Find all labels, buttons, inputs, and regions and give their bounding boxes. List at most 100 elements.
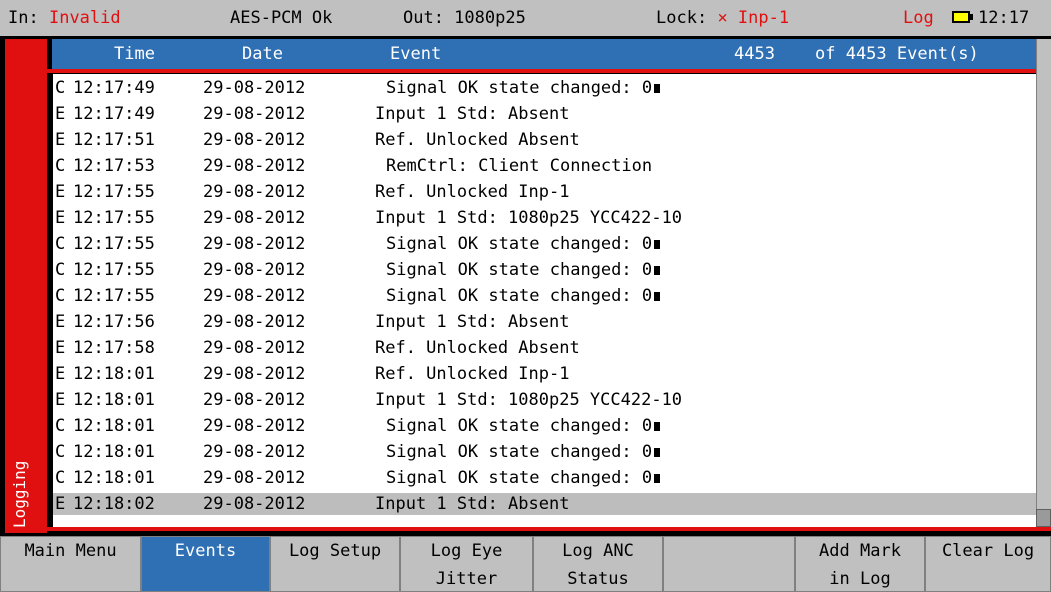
event-time: 12:17:55	[73, 286, 155, 306]
event-date: 29-08-2012	[203, 416, 306, 436]
softkey-label: Events	[174, 541, 237, 561]
event-type: E	[55, 338, 66, 358]
event-text: RemCtrl: Client Connection	[386, 156, 653, 176]
event-row[interactable]: E 12:18:02 29-08-2012 Input 1 Std: Absent	[53, 493, 1036, 515]
logging-tab-label: Logging	[10, 460, 29, 528]
event-time: 12:17:51	[73, 130, 155, 150]
softkey-4[interactable]: Log Eye Jitter	[400, 536, 533, 592]
battery-tip	[970, 14, 973, 20]
event-row[interactable]: C 12:17:49 29-08-2012 Signal OK state chang…	[53, 77, 1036, 99]
event-date: 29-08-2012	[203, 364, 306, 384]
event-row[interactable]: E 12:17:55 29-08-2012 Ref. Unlocked Inp-1	[53, 181, 1036, 203]
event-row[interactable]: E 12:17:49 29-08-2012 Input 1 Std: Absent	[53, 103, 1036, 125]
softkey-5[interactable]: Log ANC Status	[533, 536, 663, 592]
softkey-sublabel: Status	[567, 569, 629, 589]
softkey-label: Add Mark	[819, 541, 901, 561]
input-status-value: Invalid	[48, 8, 121, 28]
event-time: 12:17:58	[73, 338, 155, 358]
event-date: 29-08-2012	[203, 260, 306, 280]
softkey-sublabel: in Log	[829, 569, 891, 589]
event-text: Input 1 Std: 1080p25 YCC422-10	[375, 208, 683, 228]
battery-icon	[952, 11, 970, 23]
event-time: 12:17:55	[73, 234, 155, 254]
event-row[interactable]: C 12:18:01 29-08-2012 Signal OK state chang…	[53, 467, 1036, 489]
softkey-2[interactable]: Events	[141, 536, 270, 592]
event-type: E	[55, 494, 66, 514]
event-date: 29-08-2012	[203, 156, 306, 176]
event-time: 12:17:55	[73, 260, 155, 280]
softkey-label: Log Eye	[430, 541, 503, 561]
event-text: Signal OK state changed: 0	[386, 285, 661, 307]
list-bottom-border	[47, 527, 1051, 531]
state-marker-icon	[654, 240, 661, 249]
event-date: 29-08-2012	[203, 286, 306, 306]
event-row[interactable]: C 12:17:53 29-08-2012 RemCtrl: Client Conne…	[53, 155, 1036, 177]
event-row[interactable]: E 12:17:56 29-08-2012 Input 1 Std: Absent	[53, 311, 1036, 333]
event-text: Input 1 Std: Absent	[375, 494, 570, 514]
softkey-6[interactable]	[663, 536, 795, 592]
event-text: Input 1 Std: Absent	[375, 104, 570, 124]
logging-side-tab[interactable]	[5, 39, 47, 533]
event-type: C	[55, 156, 66, 176]
event-time: 12:18:01	[73, 416, 155, 436]
softkey-1[interactable]: Main Menu	[0, 536, 141, 592]
audio-status: AES-PCM Ok	[230, 8, 333, 28]
event-row[interactable]: C 12:17:55 29-08-2012 Signal OK state chang…	[53, 259, 1036, 281]
event-list[interactable]: C 12:17:49 29-08-2012 Signal OK state chang…	[50, 74, 1036, 527]
event-text: Input 1 Std: 1080p25 YCC422-10	[375, 390, 683, 410]
event-type: E	[55, 364, 66, 384]
scrollbar-thumb[interactable]	[1036, 509, 1051, 527]
event-row[interactable]: C 12:17:55 29-08-2012 Signal OK state chang…	[53, 233, 1036, 255]
col-header-event: Event	[390, 44, 442, 64]
event-list-header: Time Date Event 4453 of 4453 Event(s)	[52, 39, 1036, 69]
event-text: Signal OK state changed: 0	[386, 467, 661, 489]
scrollbar-track[interactable]	[1036, 39, 1051, 527]
event-text: Ref. Unlocked Inp-1	[375, 182, 570, 202]
event-row[interactable]: E 12:17:58 29-08-2012 Ref. Unlocked Absent	[53, 337, 1036, 359]
input-label: In:	[8, 8, 39, 28]
event-row[interactable]: E 12:18:01 29-08-2012 Ref. Unlocked Inp-1	[53, 363, 1036, 385]
event-time: 12:18:01	[73, 468, 155, 488]
col-header-time: Time	[114, 44, 155, 64]
lock-status: Lock: × Inp-1	[656, 8, 789, 28]
event-date: 29-08-2012	[203, 208, 306, 228]
event-text: Signal OK state changed: 0	[386, 77, 661, 99]
softkey-3[interactable]: Log Setup	[270, 536, 400, 592]
event-time: 12:17:49	[73, 78, 155, 98]
output-format: Out: 1080p25	[403, 8, 526, 28]
event-text: Signal OK state changed: 0	[386, 415, 661, 437]
status-bar: In: Invalid AES-PCM Ok Out: 1080p25 Lock…	[0, 0, 1051, 38]
event-time: 12:18:01	[73, 442, 155, 462]
event-time: 12:17:55	[73, 208, 155, 228]
event-date: 29-08-2012	[203, 312, 306, 332]
state-marker-icon	[654, 84, 661, 93]
event-text: Input 1 Std: Absent	[375, 312, 570, 332]
softkey-8[interactable]: Clear Log	[925, 536, 1051, 592]
event-date: 29-08-2012	[203, 182, 306, 202]
event-type: C	[55, 468, 66, 488]
event-time: 12:17:49	[73, 104, 155, 124]
event-row[interactable]: E 12:17:51 29-08-2012 Ref. Unlocked Absent	[53, 129, 1036, 151]
event-type: E	[55, 104, 66, 124]
event-row[interactable]: C 12:18:01 29-08-2012 Signal OK state chang…	[53, 441, 1036, 463]
event-row[interactable]: C 12:18:01 29-08-2012 Signal OK state chang…	[53, 415, 1036, 437]
event-text: Signal OK state changed: 0	[386, 259, 661, 281]
event-row[interactable]: C 12:17:55 29-08-2012 Signal OK state chang…	[53, 285, 1036, 307]
event-type: C	[55, 234, 66, 254]
event-row[interactable]: E 12:18:01 29-08-2012 Input 1 Std: 1080p25 …	[53, 389, 1036, 411]
event-text: Signal OK state changed: 0	[386, 441, 661, 463]
event-text: Ref. Unlocked Absent	[375, 130, 580, 150]
input-status: In: Invalid	[8, 8, 121, 28]
event-time: 12:17:56	[73, 312, 155, 332]
event-type: E	[55, 390, 66, 410]
event-type: C	[55, 260, 66, 280]
softkey-7[interactable]: Add Mark in Log	[795, 536, 925, 592]
event-date: 29-08-2012	[203, 494, 306, 514]
event-type: E	[55, 312, 66, 332]
state-marker-icon	[654, 422, 661, 431]
event-row[interactable]: E 12:17:55 29-08-2012 Input 1 Std: 1080p25 …	[53, 207, 1036, 229]
event-date: 29-08-2012	[203, 390, 306, 410]
event-total: of 4453 Event(s)	[815, 44, 979, 64]
event-date: 29-08-2012	[203, 234, 306, 254]
event-type: C	[55, 78, 66, 98]
